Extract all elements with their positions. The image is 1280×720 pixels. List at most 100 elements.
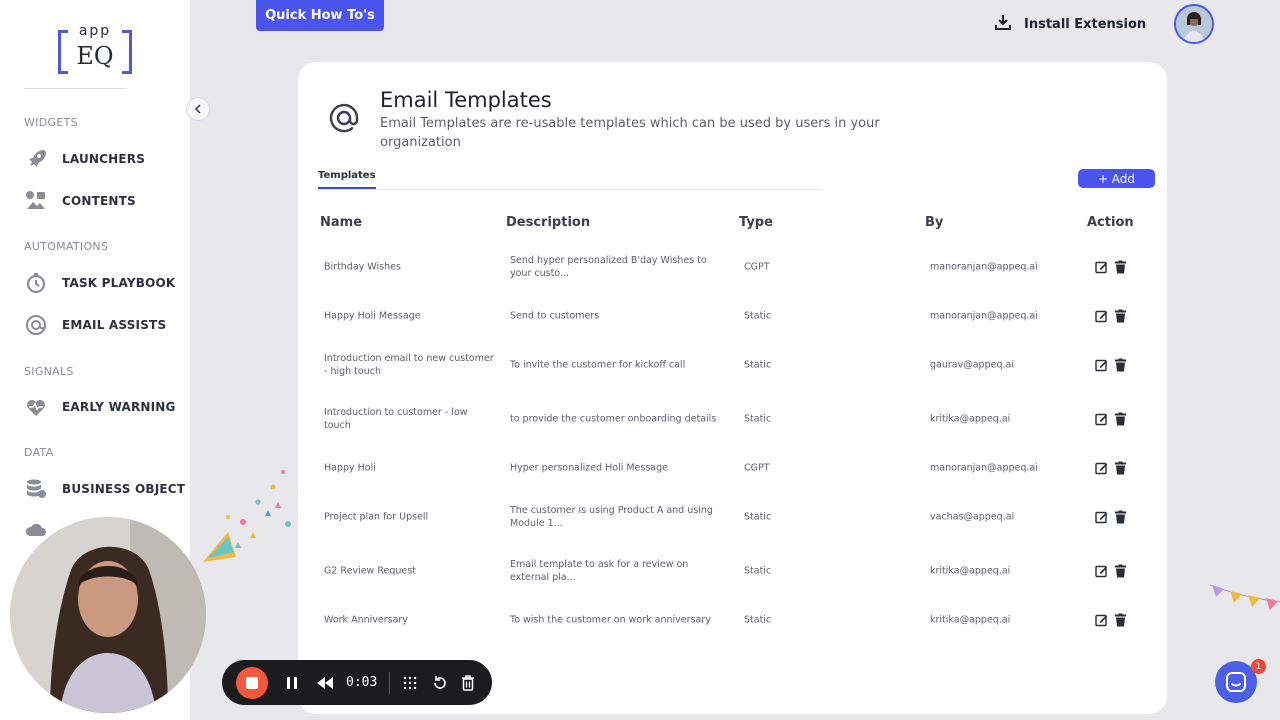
template-author: kritika@appeq.ai — [930, 565, 1011, 577]
template-author: manoranjan@appeq.ai — [930, 261, 1038, 273]
bunting-decoration — [1210, 584, 1280, 610]
edit-icon[interactable] — [1095, 462, 1108, 475]
chat-notification-badge: 1 — [1251, 659, 1266, 674]
table-row: Work Anniversary To wish the customer on … — [298, 600, 1167, 640]
logo-app-text: app — [75, 23, 115, 39]
template-type: Static — [744, 359, 772, 371]
row-actions — [1095, 358, 1126, 372]
confetti-decoration — [203, 470, 291, 562]
section-label-automations: AUTOMATIONS — [24, 240, 109, 253]
template-type: Static — [744, 565, 772, 577]
page-subtitle: Email Templates are re-usable templates … — [380, 116, 880, 150]
section-label-signals: SIGNALS — [24, 365, 74, 378]
template-type: Static — [744, 511, 772, 523]
edit-icon[interactable] — [1095, 511, 1108, 524]
row-actions — [1095, 564, 1126, 578]
rewind-icon — [317, 676, 333, 689]
restart-icon — [434, 675, 447, 689]
trash-icon[interactable] — [1115, 613, 1126, 627]
template-name: Happy Holi Message — [324, 310, 421, 322]
grid-button[interactable] — [402, 675, 418, 691]
edit-icon[interactable] — [1095, 310, 1108, 323]
sidebar-item-business-object[interactable]: BUSINESS OBJECT — [24, 476, 185, 502]
restart-button[interactable] — [432, 675, 448, 691]
quick-how-tos-button[interactable]: Quick How To's — [256, 0, 384, 31]
rocket-icon — [24, 147, 48, 171]
section-label-widgets: WIDGETS — [24, 116, 78, 129]
template-author: kritika@appeq.ai — [930, 413, 1011, 425]
chat-icon — [1226, 672, 1246, 692]
template-description: to provide the customer onboarding detai… — [510, 413, 717, 425]
table-row: Birthday Wishes Send hyper personalized B… — [298, 247, 1167, 287]
recording-toolbar: 0:03 — [222, 660, 492, 705]
edit-icon[interactable] — [1095, 614, 1108, 627]
appeq-logo[interactable]: app EQ — [58, 23, 132, 76]
template-name: Happy Holi — [324, 462, 376, 474]
table-row: Introduction email to new customer - hig… — [298, 345, 1167, 385]
template-description: Send hyper personalized B'day Wishes to … — [510, 255, 707, 279]
row-actions — [1095, 510, 1126, 524]
row-actions — [1095, 613, 1126, 627]
trash-icon[interactable] — [1115, 564, 1126, 578]
recording-timer: 0:03 — [346, 675, 378, 690]
section-label-data: DATA — [24, 446, 54, 459]
trash-icon[interactable] — [1115, 309, 1126, 323]
edit-icon[interactable] — [1095, 359, 1108, 372]
table-row: G2 Review Request Email template to ask f… — [298, 551, 1167, 591]
template-author: manoranjan@appeq.ai — [930, 462, 1038, 474]
template-author: kritika@appeq.ai — [930, 614, 1011, 626]
sidebar-item-label: BUSINESS OBJECT — [62, 482, 186, 496]
template-description: To wish the customer on work anniversary — [510, 614, 711, 626]
edit-icon[interactable] — [1095, 565, 1108, 578]
logo-eq-text: EQ — [76, 42, 114, 70]
sidebar-item-label: CONTENTS — [62, 194, 136, 208]
pause-icon — [287, 676, 297, 689]
table-row: Project plan for Upsell The customer is u… — [298, 497, 1167, 537]
sidebar-item-label: EMAIL ASSISTS — [62, 318, 167, 332]
install-extension-label: Install Extension — [1024, 16, 1147, 32]
template-author: manoranjan@appeq.ai — [930, 310, 1038, 322]
tab-templates[interactable]: Templates — [318, 170, 376, 189]
trash-icon[interactable] — [1115, 461, 1126, 475]
sidebar-item-launchers[interactable]: LAUNCHERS — [24, 146, 145, 172]
collapse-sidebar-button[interactable] — [186, 97, 210, 121]
template-type: Static — [744, 413, 772, 425]
edit-icon[interactable] — [1095, 261, 1108, 274]
template-type: Static — [744, 310, 772, 322]
column-header-type: Type — [739, 215, 773, 230]
template-name: Birthday Wishes — [324, 261, 401, 273]
add-template-button[interactable]: + Add — [1078, 169, 1155, 188]
sidebar-item-early-warning[interactable]: EARLY WARNING — [24, 394, 176, 420]
sidebar-item-contents[interactable]: CONTENTS — [24, 188, 136, 214]
trash-icon[interactable] — [1115, 510, 1126, 524]
page-title: Email Templates — [380, 88, 552, 112]
webcam-overlay[interactable] — [10, 517, 206, 713]
edit-icon[interactable] — [1095, 413, 1108, 426]
rewind-button[interactable] — [316, 676, 334, 690]
sidebar-item-label: LAUNCHERS — [62, 152, 146, 166]
toolbar-separator — [389, 671, 391, 694]
template-description: Send to customers — [510, 310, 600, 322]
row-actions — [1095, 260, 1126, 274]
discard-button[interactable] — [461, 674, 475, 691]
user-avatar[interactable] — [1174, 4, 1214, 44]
column-header-name: Name — [320, 215, 363, 230]
at-sign-icon — [326, 100, 362, 140]
sidebar-item-email-assists[interactable]: EMAIL ASSISTS — [24, 312, 166, 338]
table-row: Introduction to customer - low touch to p… — [298, 399, 1167, 439]
trash-icon[interactable] — [1115, 412, 1126, 426]
template-name: G2 Review Request — [324, 565, 416, 577]
template-author: gaurav@appeq.ai — [930, 359, 1014, 371]
install-extension-button[interactable]: Install Extension — [994, 12, 1146, 36]
row-actions — [1095, 309, 1126, 323]
trash-icon[interactable] — [1115, 260, 1126, 274]
sidebar-item-task-playbook[interactable]: TASK PLAYBOOK — [24, 270, 175, 296]
row-actions — [1095, 461, 1126, 475]
timer-icon — [24, 271, 48, 295]
stop-recording-button[interactable] — [236, 666, 268, 699]
chevron-left-icon — [194, 104, 201, 114]
template-type: CGPT — [744, 261, 770, 273]
trash-icon[interactable] — [1115, 358, 1126, 372]
pause-button[interactable] — [286, 676, 298, 690]
download-icon — [994, 13, 1012, 35]
